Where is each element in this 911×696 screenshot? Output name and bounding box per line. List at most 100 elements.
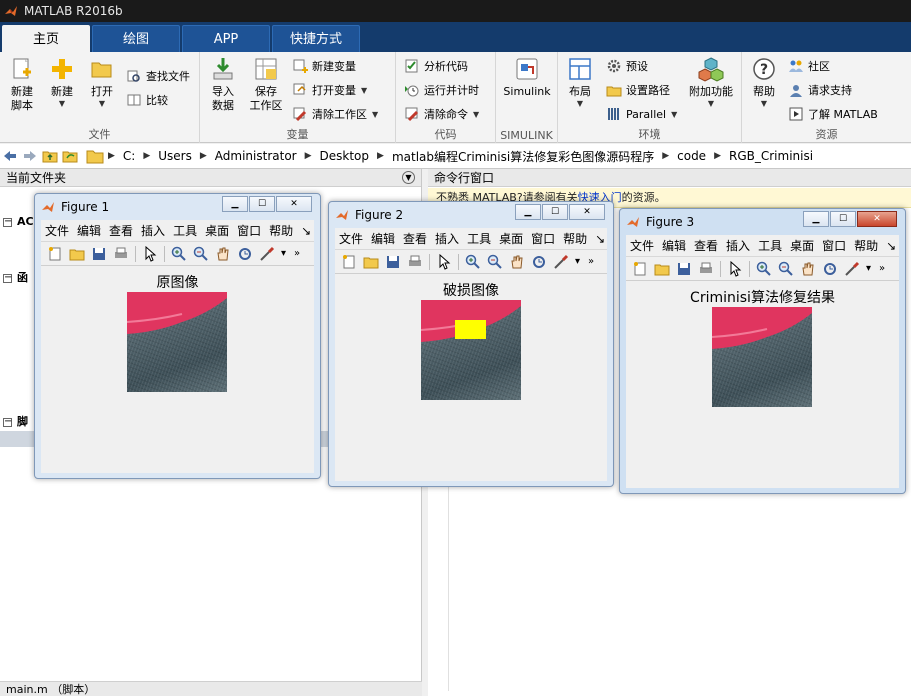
new-figure-icon[interactable] [632, 261, 648, 277]
section-header[interactable]: − AC [3, 215, 34, 228]
menu-edit[interactable]: 编辑 [658, 237, 690, 254]
toolbar-overflow-icon[interactable]: » [879, 263, 885, 274]
analyze-code-button[interactable]: 分析代码 [404, 56, 468, 76]
menu-view[interactable]: 查看 [690, 237, 722, 254]
breadcrumb-administrator[interactable]: Administrator [215, 149, 297, 163]
menu-overflow-icon[interactable]: ↘ [591, 232, 609, 246]
add-ons-button[interactable]: 附加功能 ▼ [686, 56, 736, 109]
learn-matlab-button[interactable]: 了解 MATLAB [788, 104, 878, 124]
open-file-icon[interactable] [363, 254, 379, 270]
figure-title-bar[interactable]: Figure 2 ▁ ☐ ✕ [335, 202, 607, 228]
open-button[interactable]: 打开 ▼ [86, 56, 118, 109]
menu-file[interactable]: 文件 [335, 230, 367, 247]
menu-file[interactable]: 文件 [41, 222, 73, 239]
menu-edit[interactable]: 编辑 [367, 230, 399, 247]
section-header[interactable]: − 函 [3, 269, 28, 285]
data-cursor-brush-icon[interactable] [553, 254, 569, 270]
figure-title-bar[interactable]: Figure 1 ▁ ☐ ✕ [41, 194, 314, 220]
set-path-button[interactable]: 设置路径 [606, 80, 670, 100]
menu-view[interactable]: 查看 [105, 222, 137, 239]
help-button[interactable]: ? 帮助 ▼ [748, 56, 780, 109]
menu-edit[interactable]: 编辑 [73, 222, 105, 239]
find-files-button[interactable]: 查找文件 [126, 66, 190, 86]
file-details-header[interactable]: main.m （脚本） [0, 681, 422, 696]
maximize-button[interactable]: ☐ [830, 211, 856, 227]
open-variable-button[interactable]: 打开变量 ▼ [292, 80, 367, 100]
menu-help[interactable]: 帮助 [850, 237, 882, 254]
minimize-button[interactable]: ▁ [222, 196, 248, 212]
panel-menu-icon[interactable]: ▼ [402, 171, 415, 184]
tab-apps[interactable]: APP [182, 25, 270, 52]
chevron-down-icon[interactable]: ▾ [281, 248, 286, 259]
new-button[interactable]: 新建 ▼ [46, 56, 78, 109]
run-and-time-button[interactable]: 运行并计时 [404, 80, 479, 100]
menu-desktop[interactable]: 桌面 [201, 222, 233, 239]
open-file-icon[interactable] [69, 246, 85, 262]
zoom-in-icon[interactable] [465, 254, 481, 270]
clear-workspace-button[interactable]: 清除工作区 ▼ [292, 104, 378, 124]
new-script-button[interactable]: 新建 脚本 [6, 56, 38, 113]
preferences-button[interactable]: 预设 [606, 56, 648, 76]
zoom-out-icon[interactable] [487, 254, 503, 270]
close-button[interactable]: ✕ [569, 204, 605, 220]
pan-hand-icon[interactable] [215, 246, 231, 262]
maximize-button[interactable]: ☐ [249, 196, 275, 212]
compare-button[interactable]: 比较 [126, 90, 168, 110]
breadcrumb-desktop[interactable]: Desktop [320, 149, 370, 163]
zoom-out-icon[interactable] [778, 261, 794, 277]
zoom-in-icon[interactable] [756, 261, 772, 277]
maximize-button[interactable]: ☐ [542, 204, 568, 220]
menu-window[interactable]: 窗口 [233, 222, 265, 239]
menu-desktop[interactable]: 桌面 [495, 230, 527, 247]
tab-plots[interactable]: 绘图 [92, 25, 180, 52]
rotate-3d-icon[interactable] [237, 246, 253, 262]
simulink-button[interactable]: Simulink [502, 56, 552, 99]
breadcrumb-code[interactable]: code [677, 149, 706, 163]
data-cursor-brush-icon[interactable] [844, 261, 860, 277]
breadcrumb-rgb-criminisi[interactable]: RGB_Criminisi [729, 149, 813, 163]
community-button[interactable]: 社区 [788, 56, 830, 76]
pointer-icon[interactable] [436, 253, 452, 270]
chevron-down-icon[interactable]: ▾ [575, 256, 580, 267]
toolbar-overflow-icon[interactable]: » [294, 248, 300, 259]
breadcrumb-users[interactable]: Users [158, 149, 192, 163]
layout-button[interactable]: 布局 ▼ [564, 56, 596, 109]
toolbar-overflow-icon[interactable]: » [588, 256, 594, 267]
forward-button[interactable] [20, 146, 40, 166]
menu-tools[interactable]: 工具 [463, 230, 495, 247]
chevron-down-icon[interactable]: ▾ [866, 263, 871, 274]
menu-overflow-icon[interactable]: ↘ [297, 224, 315, 238]
print-icon[interactable] [113, 246, 129, 262]
tab-shortcuts[interactable]: 快捷方式 [272, 25, 360, 52]
new-variable-button[interactable]: 新建变量 [292, 56, 356, 76]
pointer-icon[interactable] [142, 245, 158, 262]
rotate-3d-icon[interactable] [531, 254, 547, 270]
menu-tools[interactable]: 工具 [169, 222, 201, 239]
menu-insert[interactable]: 插入 [137, 222, 169, 239]
print-icon[interactable] [407, 254, 423, 270]
menu-help[interactable]: 帮助 [265, 222, 297, 239]
clear-commands-button[interactable]: 清除命令 ▼ [404, 104, 479, 124]
minimize-button[interactable]: ▁ [803, 211, 829, 227]
data-cursor-brush-icon[interactable] [259, 246, 275, 262]
back-button[interactable] [0, 146, 20, 166]
minimize-button[interactable]: ▁ [515, 204, 541, 220]
menu-insert[interactable]: 插入 [722, 237, 754, 254]
tab-home[interactable]: 主页 [2, 25, 90, 53]
close-button[interactable]: ✕ [857, 211, 897, 227]
save-workspace-button[interactable]: 保存 工作区 [246, 56, 286, 113]
breadcrumb-project[interactable]: matlab编程Criminisi算法修复彩色图像源码程序 [392, 148, 654, 165]
breadcrumb-drive[interactable]: C: [123, 149, 135, 163]
menu-window[interactable]: 窗口 [818, 237, 850, 254]
pointer-icon[interactable] [727, 260, 743, 277]
zoom-out-icon[interactable] [193, 246, 209, 262]
save-icon[interactable] [676, 261, 692, 277]
menu-desktop[interactable]: 桌面 [786, 237, 818, 254]
new-figure-icon[interactable] [341, 254, 357, 270]
menu-overflow-icon[interactable]: ↘ [882, 239, 900, 253]
menu-view[interactable]: 查看 [399, 230, 431, 247]
menu-insert[interactable]: 插入 [431, 230, 463, 247]
zoom-in-icon[interactable] [171, 246, 187, 262]
new-figure-icon[interactable] [47, 246, 63, 262]
request-support-button[interactable]: 请求支持 [788, 80, 852, 100]
